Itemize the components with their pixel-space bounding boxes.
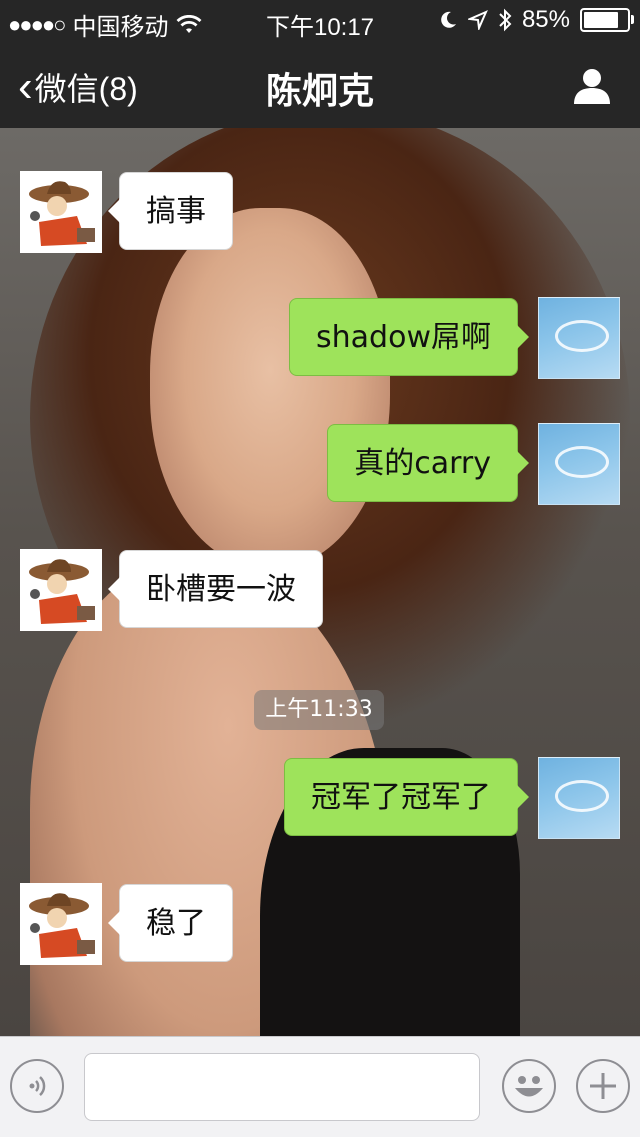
message-bubble[interactable]: 卧槽要一波 bbox=[108, 550, 323, 628]
moon-icon bbox=[441, 11, 456, 28]
message-bubble[interactable]: 真的carry bbox=[327, 424, 529, 502]
message-bubble[interactable]: 稳了 bbox=[108, 884, 233, 962]
location-arrow-icon bbox=[467, 10, 488, 30]
status-bar: ●●●●○ 中国移动 下午10:17 85% bbox=[0, 0, 640, 41]
my-avatar[interactable] bbox=[538, 423, 620, 505]
back-label: 微信(8) bbox=[34, 71, 138, 107]
carrier-name: 中国移动 bbox=[72, 14, 169, 41]
input-toolbar bbox=[0, 1036, 640, 1137]
voice-button[interactable] bbox=[10, 1059, 64, 1113]
more-button[interactable] bbox=[576, 1059, 630, 1113]
my-avatar[interactable] bbox=[538, 297, 620, 379]
time-divider: 上午11:33 bbox=[254, 690, 384, 730]
message-bubble[interactable]: 冠军了冠军了 bbox=[284, 758, 529, 836]
emoji-button[interactable] bbox=[502, 1059, 556, 1113]
back-button[interactable]: ‹ 微信(8) bbox=[18, 64, 138, 110]
voice-icon bbox=[29, 1076, 46, 1096]
contact-avatar[interactable] bbox=[20, 171, 102, 253]
message-text: 卧槽要一波 bbox=[146, 572, 296, 607]
contact-avatar[interactable] bbox=[20, 883, 102, 965]
bluetooth-icon bbox=[499, 8, 512, 32]
message-input[interactable] bbox=[84, 1053, 480, 1121]
message-text: 冠军了冠军了 bbox=[311, 780, 491, 815]
chevron-left-icon: ‹ bbox=[18, 62, 33, 111]
battery-percent: 85% bbox=[521, 6, 570, 33]
message-bubble[interactable]: shadow屌啊 bbox=[289, 298, 529, 376]
message-text: 稳了 bbox=[146, 906, 206, 941]
signal-strength: ●●●●○ bbox=[8, 11, 66, 37]
plus-icon bbox=[590, 1073, 616, 1099]
message-text: 真的carry bbox=[354, 446, 491, 481]
navigation-bar: ‹ 微信(8) 陈炯克 bbox=[0, 40, 640, 128]
message-text: 搞事 bbox=[146, 194, 206, 229]
message-text: shadow屌啊 bbox=[316, 320, 491, 355]
battery-icon bbox=[580, 8, 634, 32]
emoji-icon bbox=[515, 1076, 543, 1097]
my-avatar[interactable] bbox=[538, 757, 620, 839]
contact-avatar[interactable] bbox=[20, 549, 102, 631]
person-icon[interactable] bbox=[572, 66, 612, 106]
message-bubble[interactable]: 搞事 bbox=[108, 172, 233, 250]
wifi-icon bbox=[176, 14, 202, 33]
